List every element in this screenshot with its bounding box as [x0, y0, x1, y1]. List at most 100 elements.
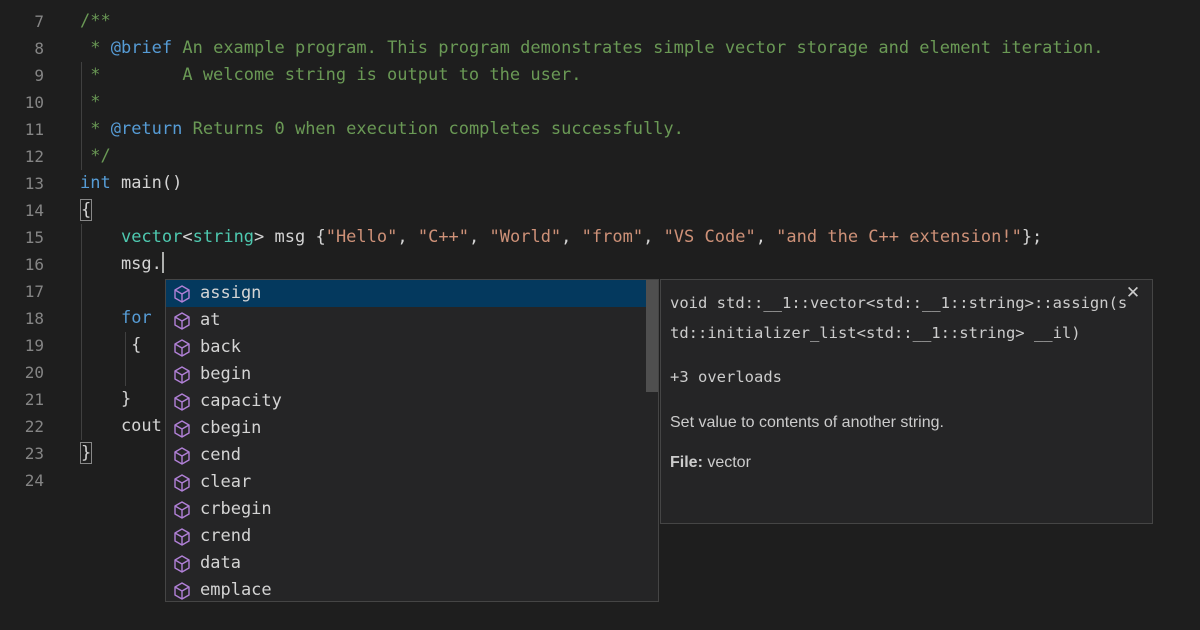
line-number: 18 — [24, 309, 44, 328]
doc-tag: @return — [110, 119, 183, 139]
method-cube-icon — [172, 554, 192, 574]
suggest-item[interactable]: crend — [166, 523, 658, 550]
line-number: 7 — [34, 12, 44, 31]
method-cube-icon — [172, 284, 192, 304]
code-text: msg. — [80, 254, 162, 274]
doc-tag: @brief — [110, 38, 173, 58]
line-number: 23 — [24, 444, 44, 463]
suggest-item-label: data — [200, 553, 241, 573]
line-number: 24 — [24, 471, 44, 490]
text-cursor — [161, 252, 164, 273]
string-literal: "Hello" — [325, 227, 398, 247]
suggest-item-label: emplace — [200, 580, 272, 600]
code-text: > msg { — [254, 227, 326, 247]
suggest-item[interactable]: clear — [166, 469, 658, 496]
comment-text: * — [80, 119, 111, 139]
function-name: main — [110, 173, 162, 193]
type-name: vector — [120, 227, 183, 247]
string-literal: "World" — [489, 227, 562, 247]
suggest-item-label: assign — [200, 283, 262, 303]
line-number: 15 — [24, 228, 44, 247]
suggest-item[interactable]: capacity — [166, 388, 658, 415]
code-line: vector<string> msg {"Hello", "C++", "Wor… — [80, 224, 1200, 251]
code-line: * A welcome string is output to the user… — [80, 62, 1200, 89]
code-line: int main() — [80, 170, 1200, 197]
method-cube-icon — [172, 365, 192, 385]
line-number: 9 — [34, 66, 44, 85]
comment-text: Returns 0 when execution completes succe… — [182, 119, 684, 139]
suggest-scrollbar[interactable] — [646, 280, 658, 392]
line-number: 16 — [24, 255, 44, 274]
suggest-item[interactable]: cbegin — [166, 415, 658, 442]
line-number: 11 — [24, 120, 44, 139]
line-number: 14 — [24, 201, 44, 220]
suggest-item[interactable]: crbegin — [166, 496, 658, 523]
details-signature: void std::__1::vector<std::__1::string>:… — [670, 294, 1128, 342]
details-documentation: Set value to contents of another string. — [670, 414, 944, 431]
code-text: { — [80, 335, 142, 355]
suggest-item[interactable]: back — [166, 334, 658, 361]
comment-text: * — [80, 38, 111, 58]
close-icon[interactable]: ✕ — [1124, 284, 1142, 302]
comment-text: */ — [80, 146, 111, 166]
suggest-item[interactable]: cend — [166, 442, 658, 469]
code-line: msg. — [80, 251, 1200, 278]
code-line: { — [80, 197, 1200, 224]
comment-text: /** — [80, 11, 111, 31]
code-line: * @return Returns 0 when execution compl… — [80, 116, 1200, 143]
code-text: cout — [80, 416, 162, 436]
method-cube-icon — [172, 581, 192, 601]
line-number: 21 — [24, 390, 44, 409]
suggest-item-label: begin — [200, 364, 252, 384]
line-number: 22 — [24, 417, 44, 436]
suggest-item-label: crend — [200, 526, 252, 546]
details-file-label: File: — [670, 454, 703, 471]
method-cube-icon — [172, 419, 192, 439]
code-line: /** — [80, 8, 1200, 35]
code-text: }; — [1021, 227, 1043, 247]
suggest-item-label: capacity — [200, 391, 282, 411]
method-cube-icon — [172, 392, 192, 412]
keyword: for — [120, 308, 152, 328]
line-number: 8 — [34, 39, 44, 58]
method-cube-icon — [172, 446, 192, 466]
suggest-item-label: cbegin — [200, 418, 262, 438]
suggest-list[interactable]: assign at back begin capacity cbegin cend clear… — [166, 280, 658, 601]
suggest-item[interactable]: emplace — [166, 577, 658, 601]
suggest-item-label: back — [200, 337, 241, 357]
suggest-item[interactable]: begin — [166, 361, 658, 388]
string-literal: "C++" — [417, 227, 470, 247]
method-cube-icon — [172, 473, 192, 493]
suggest-item[interactable]: data — [166, 550, 658, 577]
suggest-item[interactable]: at — [166, 307, 658, 334]
string-literal: "and the C++ extension!" — [776, 227, 1022, 247]
string-literal: "VS Code" — [663, 227, 756, 247]
method-cube-icon — [172, 527, 192, 547]
line-number: 10 — [24, 93, 44, 112]
method-cube-icon — [172, 311, 192, 331]
comment-text: * A welcome string is output to the user… — [80, 65, 582, 85]
line-number: 13 — [24, 174, 44, 193]
method-cube-icon — [172, 500, 192, 520]
suggest-item-label: at — [200, 310, 221, 330]
matched-bracket: { — [80, 199, 93, 221]
code-text: () — [161, 173, 183, 193]
comment-text: An example program. This program demonst… — [172, 38, 1104, 58]
suggest-item[interactable]: assign — [166, 280, 658, 307]
code-line: * @brief An example program. This progra… — [80, 35, 1200, 62]
code-text: < — [182, 227, 193, 247]
line-number: 12 — [24, 147, 44, 166]
suggest-item-label: crbegin — [200, 499, 272, 519]
suggest-item-label: cend — [200, 445, 241, 465]
comment-text: * — [80, 92, 101, 112]
suggest-details: ✕ void std::__1::vector<std::__1::string… — [660, 279, 1153, 524]
line-number: 20 — [24, 363, 44, 382]
details-file-value: vector — [702, 454, 751, 471]
suggest-widget[interactable]: assign at back begin capacity cbegin cend clear… — [165, 279, 659, 602]
matched-bracket: } — [80, 442, 93, 464]
line-number-gutter: 7 8 9 10 11 12 13 14 15 16 17 18 19 20 2… — [0, 8, 44, 494]
line-number: 17 — [24, 282, 44, 301]
type-name: string — [192, 227, 255, 247]
string-literal: "from" — [581, 227, 644, 247]
